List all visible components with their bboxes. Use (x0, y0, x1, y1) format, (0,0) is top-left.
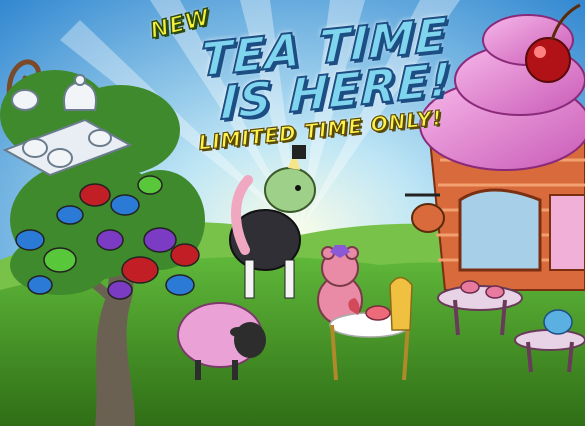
game-scene[interactable]: NEW TEA TIME IS HERE! LIMITED TIME ONLY! (0, 0, 585, 426)
scene-artwork (0, 0, 585, 426)
